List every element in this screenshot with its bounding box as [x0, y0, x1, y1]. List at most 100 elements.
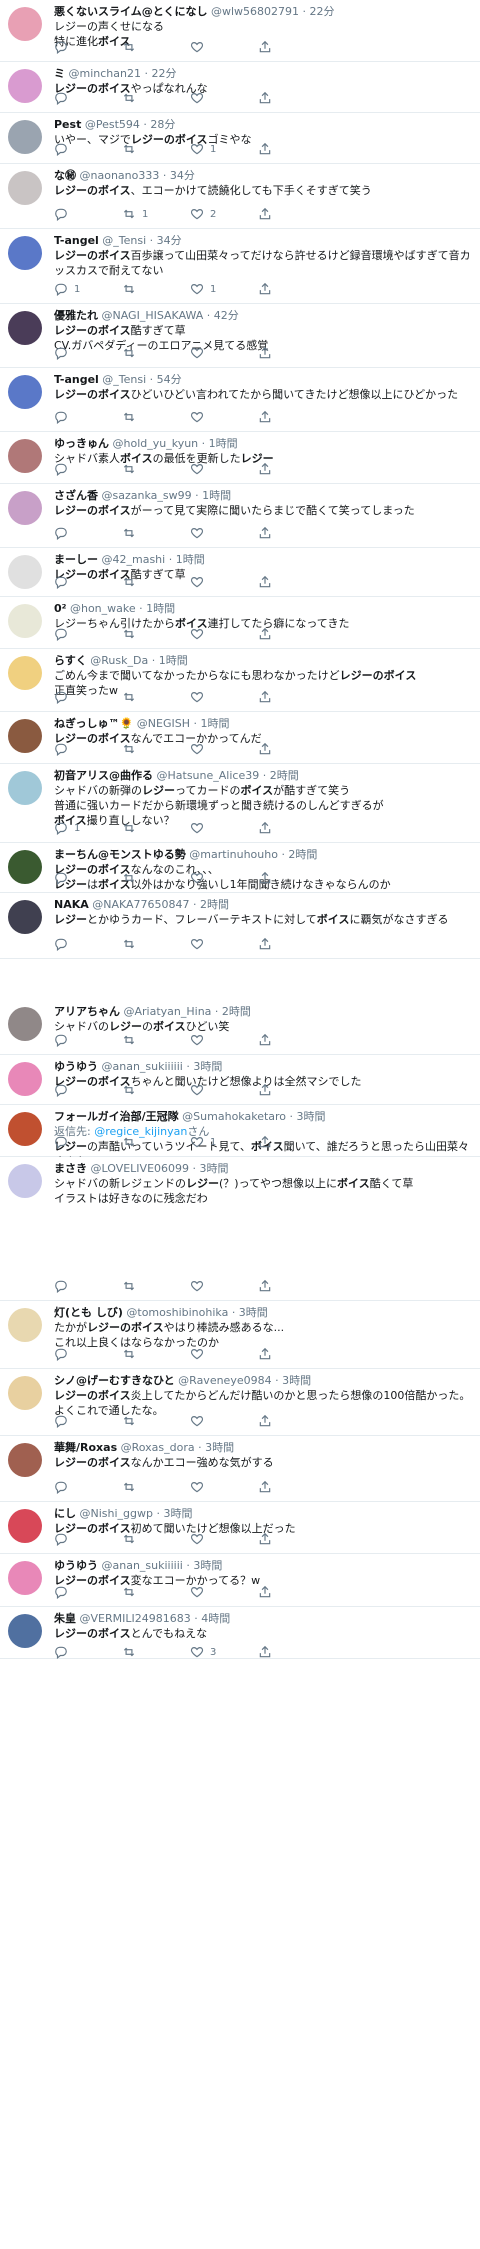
heart-icon[interactable]: [190, 690, 204, 704]
share-action[interactable]: [258, 1279, 278, 1293]
reply-icon[interactable]: [54, 937, 68, 951]
share-icon[interactable]: [258, 40, 272, 54]
share-action[interactable]: [258, 690, 278, 704]
retweet-action[interactable]: [122, 1532, 142, 1546]
user-name[interactable]: Pest: [54, 118, 81, 131]
retweet-action[interactable]: [122, 821, 142, 835]
retweet-icon[interactable]: [122, 1279, 136, 1293]
share-icon[interactable]: [258, 282, 272, 296]
reply-icon[interactable]: [54, 282, 68, 296]
share-action[interactable]: [258, 1585, 278, 1599]
retweet-icon[interactable]: [122, 1135, 136, 1149]
user-name[interactable]: まさき: [54, 1162, 87, 1175]
reply-action[interactable]: 1: [54, 282, 80, 296]
reply-action[interactable]: [54, 1585, 74, 1599]
tweet[interactable]: にし @Nishi_ggwp · 3時間 レジーのボイス初めて聞いたけど想像以上だ…: [0, 1502, 480, 1554]
share-icon[interactable]: [258, 91, 272, 105]
tweet[interactable]: ねぎっしゅ™🌻 @NEGISH · 1時間 レジーのボイスなんでエコーかかってんだ: [0, 712, 480, 764]
share-icon[interactable]: [258, 575, 272, 589]
heart-icon[interactable]: [190, 91, 204, 105]
retweet-icon[interactable]: [122, 91, 136, 105]
user-name[interactable]: まーちん@モンストゆる勢: [54, 848, 186, 861]
retweet-icon[interactable]: [122, 282, 136, 296]
tweet[interactable]: ゆっきゅん @hold_yu_kyun · 1時間 シャドバ素人ボイスの最低を更新…: [0, 432, 480, 484]
retweet-action[interactable]: [122, 282, 142, 296]
retweet-icon[interactable]: [122, 690, 136, 704]
reply-icon[interactable]: [54, 1414, 68, 1428]
avatar[interactable]: [8, 1308, 42, 1342]
retweet-icon[interactable]: [122, 142, 136, 156]
heart-icon[interactable]: [190, 1532, 204, 1546]
reply-icon[interactable]: [54, 40, 68, 54]
tweet[interactable]: T-angel @_Tensi · 54分 レジーのボイスひどいひどい言われてたか…: [0, 368, 480, 432]
share-action[interactable]: [258, 821, 278, 835]
reply-icon[interactable]: [54, 207, 68, 221]
reply-action[interactable]: [54, 1347, 74, 1361]
retweet-icon[interactable]: [122, 410, 136, 424]
share-action[interactable]: [258, 575, 278, 589]
tweet[interactable]: まさき @LOVELIVE06099 · 3時間 シャドバの新レジェンドのレジー(…: [0, 1157, 480, 1301]
user-name[interactable]: らすく: [54, 654, 87, 667]
avatar[interactable]: [8, 1561, 42, 1595]
reply-icon[interactable]: [54, 821, 68, 835]
heart-icon[interactable]: [190, 282, 204, 296]
heart-icon[interactable]: [190, 1083, 204, 1097]
tweet[interactable]: ゆうゆう @anan_sukiiiiii · 3時間 レジーのボイス変なエコーかか…: [0, 1554, 480, 1607]
user-name[interactable]: シノ@げーむすきなひと: [54, 1374, 175, 1387]
retweet-action[interactable]: [122, 1645, 142, 1659]
user-name[interactable]: T-angel: [54, 373, 99, 386]
like-action[interactable]: [190, 526, 210, 540]
tweet[interactable]: 灯(とも しび) @tomoshibinohika · 3時間 たかがレジーのボイ…: [0, 1301, 480, 1369]
user-name[interactable]: ゆうゆう: [54, 1060, 98, 1073]
like-action[interactable]: [190, 1033, 210, 1047]
user-name[interactable]: NAKA: [54, 898, 89, 911]
like-action[interactable]: [190, 821, 210, 835]
avatar[interactable]: [8, 1376, 42, 1410]
heart-icon[interactable]: [190, 1480, 204, 1494]
like-action[interactable]: 3: [190, 1645, 216, 1659]
user-name[interactable]: まーしー: [54, 553, 98, 566]
avatar[interactable]: [8, 7, 42, 41]
like-action[interactable]: [190, 1414, 210, 1428]
reply-icon[interactable]: [54, 91, 68, 105]
avatar[interactable]: [8, 604, 42, 638]
tweet[interactable]: さざん香 @sazanka_sw99 · 1時間 レジーのボイスがーって見て実際に…: [0, 484, 480, 548]
avatar[interactable]: [8, 69, 42, 103]
share-icon[interactable]: [258, 410, 272, 424]
heart-icon[interactable]: [190, 526, 204, 540]
reply-icon[interactable]: [54, 1585, 68, 1599]
share-icon[interactable]: [258, 1532, 272, 1546]
reply-icon[interactable]: [54, 1135, 68, 1149]
retweet-icon[interactable]: [122, 1585, 136, 1599]
retweet-action[interactable]: [122, 937, 142, 951]
retweet-icon[interactable]: [122, 1480, 136, 1494]
reply-action[interactable]: [54, 1033, 74, 1047]
reply-icon[interactable]: [54, 410, 68, 424]
like-action[interactable]: [190, 1347, 210, 1361]
user-name[interactable]: T-angel: [54, 234, 99, 247]
user-name[interactable]: な㊙: [54, 169, 76, 182]
user-name[interactable]: 0²: [54, 602, 66, 615]
heart-icon[interactable]: [190, 1585, 204, 1599]
retweet-action[interactable]: 1: [122, 207, 148, 221]
like-action[interactable]: [190, 410, 210, 424]
user-name[interactable]: ゆうゆう: [54, 1559, 98, 1572]
share-icon[interactable]: [258, 937, 272, 951]
reply-action[interactable]: [54, 1083, 74, 1097]
share-action[interactable]: [258, 410, 278, 424]
avatar[interactable]: [8, 719, 42, 753]
retweet-action[interactable]: [122, 871, 142, 885]
share-action[interactable]: [258, 1645, 278, 1659]
reply-action[interactable]: [54, 142, 74, 156]
like-action[interactable]: 1: [190, 1135, 216, 1149]
retweet-icon[interactable]: [122, 1347, 136, 1361]
like-action[interactable]: [190, 462, 210, 476]
retweet-icon[interactable]: [122, 937, 136, 951]
share-icon[interactable]: [258, 142, 272, 156]
retweet-action[interactable]: [122, 690, 142, 704]
heart-icon[interactable]: [190, 627, 204, 641]
user-name[interactable]: 初音アリス@曲作る: [54, 769, 153, 782]
avatar[interactable]: [8, 439, 42, 473]
avatar[interactable]: [8, 1062, 42, 1096]
like-action[interactable]: [190, 1480, 210, 1494]
